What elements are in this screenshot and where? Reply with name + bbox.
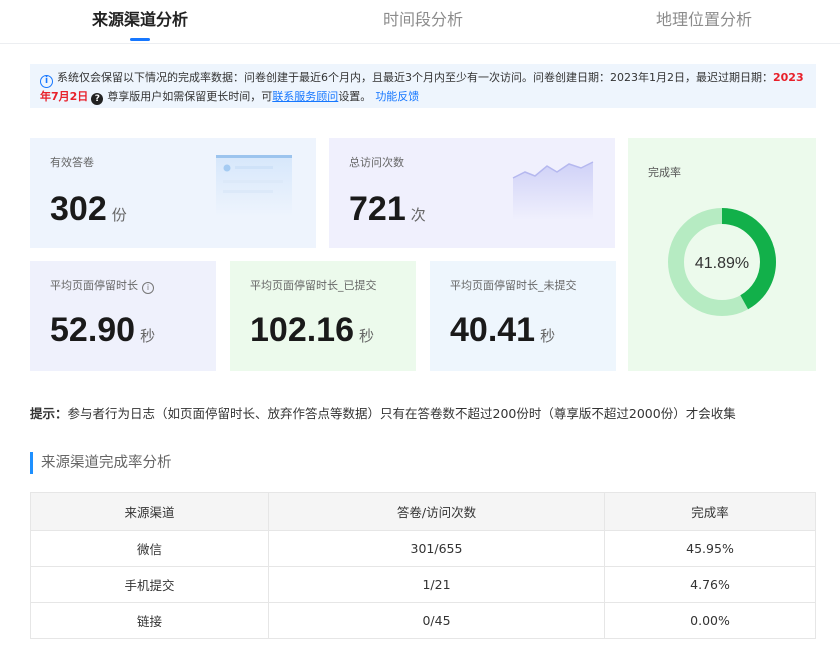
valid-responses-value: 302 份 — [50, 190, 127, 228]
channel-cell: 微信 — [30, 530, 269, 567]
tip-text: 参与者行为日志（如页面停留时长、放弃作答点等数据）只有在答卷数不超过200份时（… — [67, 406, 736, 421]
completion-donut: 41.89% — [668, 208, 776, 316]
total-visits-value: 721 次 — [349, 190, 426, 228]
log-collection-tip: 提示：参与者行为日志（如页面停留时长、放弃作答点等数据）只有在答卷数不超过200… — [30, 403, 736, 422]
responses-visits-cell: 301/655 — [268, 530, 605, 567]
contact-advisor-link[interactable]: 联系服务顾问 — [272, 90, 338, 103]
valid-responses-card: 有效答卷 302 份 — [30, 138, 316, 248]
trend-illustration-icon — [512, 161, 594, 220]
responses-visits-cell: 0/45 — [268, 602, 605, 639]
notice-text-3: 设置。 — [338, 90, 372, 103]
avg-time-unsubmitted-value: 40.41 秒 — [450, 311, 556, 349]
avg-time-card: 平均页面停留时长 i 52.90 秒 — [30, 261, 216, 371]
column-header: 完成率 — [604, 492, 816, 531]
tab-time-period[interactable]: 时间段分析 — [383, 6, 463, 30]
channel-completion-table: 来源渠道 答卷/访问次数 完成率 微信 301/655 45.95% 手机提交 … — [30, 492, 816, 639]
table-row: 手机提交 1/21 4.76% — [30, 566, 816, 603]
tip-prefix: 提示： — [30, 406, 68, 421]
section-title: 来源渠道完成率分析 — [30, 452, 172, 474]
table-row: 链接 0/45 0.00% — [30, 602, 816, 639]
total-visits-label: 总访问次数 — [349, 156, 404, 169]
avg-time-submitted-label: 平均页面停留时长_已提交 — [250, 279, 377, 292]
avg-time-unsubmitted-card: 平均页面停留时长_未提交 40.41 秒 — [430, 261, 616, 371]
avg-time-unsubmitted-unit: 秒 — [540, 328, 556, 345]
responses-visits-cell: 1/21 — [268, 566, 605, 603]
avg-time-submitted-unit: 秒 — [359, 328, 375, 345]
completion-rate-cell: 0.00% — [604, 602, 816, 639]
channel-cell: 链接 — [30, 602, 269, 639]
completion-rate-value: 41.89% — [695, 255, 749, 272]
info-icon: i — [40, 75, 53, 88]
notice-text-2: 尊享版用户如需保留更长时间，可 — [107, 90, 273, 103]
completion-rate-card: 完成率 41.89% — [628, 138, 816, 371]
tab-bar: 来源渠道分析 时间段分析 地理位置分析 — [0, 0, 840, 44]
total-visits-card: 总访问次数 721 次 — [329, 138, 615, 248]
avg-time-label: 平均页面停留时长 i — [50, 277, 154, 294]
completion-rate-cell: 45.95% — [604, 530, 816, 567]
avg-time-submitted-card: 平均页面停留时长_已提交 102.16 秒 — [230, 261, 416, 371]
column-header: 答卷/访问次数 — [268, 492, 605, 531]
avg-time-submitted-value: 102.16 秒 — [250, 311, 375, 349]
total-visits-unit: 次 — [410, 207, 426, 224]
active-tab-indicator — [130, 38, 150, 41]
feedback-link[interactable]: 功能反馈 — [375, 90, 419, 103]
avg-time-unit: 秒 — [140, 328, 156, 345]
info-icon[interactable]: i — [142, 282, 154, 294]
column-header: 来源渠道 — [30, 492, 269, 531]
valid-responses-label: 有效答卷 — [50, 156, 94, 169]
form-illustration-icon — [216, 155, 292, 217]
table-header-row: 来源渠道 答卷/访问次数 完成率 — [30, 492, 816, 531]
question-icon[interactable]: ? — [91, 93, 104, 105]
completion-rate-label: 完成率 — [648, 166, 681, 179]
notice-text-1: 系统仅会保留以下情况的完成率数据：问卷创建于最近6个月内，且最近3个月内至少有一… — [57, 71, 773, 84]
tab-source-channel[interactable]: 来源渠道分析 — [92, 6, 188, 30]
channel-cell: 手机提交 — [30, 566, 269, 603]
tab-geo-location[interactable]: 地理位置分析 — [656, 6, 752, 30]
retention-notice: i 系统仅会保留以下情况的完成率数据：问卷创建于最近6个月内，且最近3个月内至少有… — [30, 64, 816, 108]
table-row: 微信 301/655 45.95% — [30, 530, 816, 567]
completion-rate-cell: 4.76% — [604, 566, 816, 603]
avg-time-unsubmitted-label: 平均页面停留时长_未提交 — [450, 279, 577, 292]
valid-responses-unit: 份 — [111, 207, 127, 224]
avg-time-value: 52.90 秒 — [50, 311, 156, 349]
